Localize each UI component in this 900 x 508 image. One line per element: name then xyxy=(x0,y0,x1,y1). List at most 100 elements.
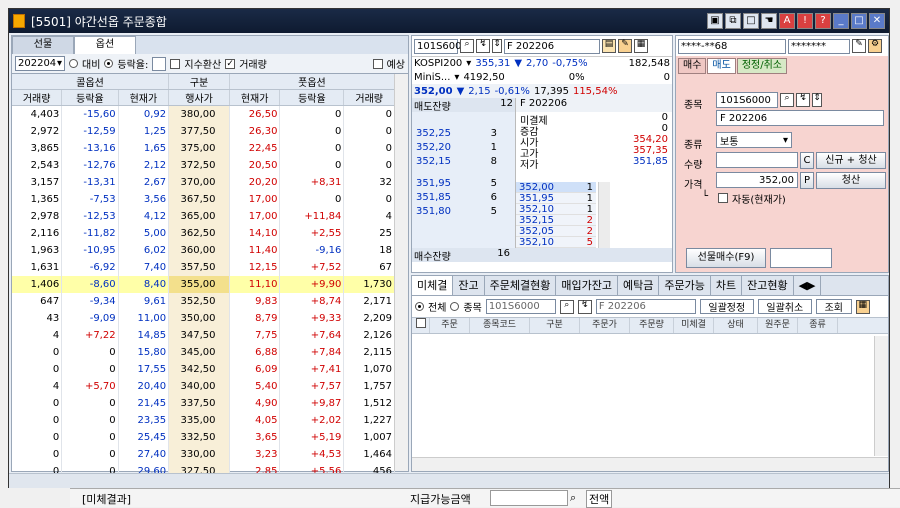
lookup-icon[interactable]: ↯ xyxy=(577,299,592,314)
table-row[interactable]: 0 0 21,45 337,50 4,90 +9,87 1,512 xyxy=(12,394,395,412)
table-row[interactable]: 3,865 -13,16 1,65 375,00 22,45 0 0 xyxy=(12,139,395,157)
tab-bottom-2[interactable]: 주문체결현황 xyxy=(485,276,557,295)
bottom-scrollbar[interactable] xyxy=(874,336,888,456)
futures-buy-button[interactable]: 선물매수(F9) xyxy=(686,248,766,268)
table-row[interactable]: 3,157 -13,31 2,67 370,00 20,20 +8,31 32 xyxy=(12,173,395,191)
query-button[interactable]: 조회 xyxy=(815,299,852,314)
table-row[interactable]: 4 +5,70 20,40 340,00 5,40 +7,57 1,757 xyxy=(12,377,395,395)
code-select[interactable]: 101S600 xyxy=(414,38,462,54)
minimize-icon[interactable]: _ xyxy=(833,13,849,29)
table-row[interactable]: 0 0 25,45 332,50 3,65 +5,19 1,007 xyxy=(12,428,395,446)
lookup-icon[interactable]: ↯ xyxy=(796,93,810,107)
table-row[interactable]: 1,631 -6,92 7,40 357,50 12,15 +7,52 67 xyxy=(12,258,395,276)
font-icon[interactable]: A xyxy=(779,13,795,29)
table-row[interactable]: 647 -9,34 9,61 352,50 9,83 +8,74 2,171 xyxy=(12,292,395,310)
book-level[interactable]: 352,15 2 xyxy=(516,215,596,226)
table-row[interactable]: 4,403 -15,60 0,92 380,00 26,50 0 0 xyxy=(12,105,395,123)
edit-icon[interactable]: ✎ xyxy=(852,39,866,53)
tab-scroll-icon[interactable]: ◀▶ xyxy=(794,276,822,295)
tab-bottom-1[interactable]: 잔고 xyxy=(453,276,485,295)
help-icon[interactable]: ? xyxy=(815,13,831,29)
alert-icon[interactable]: ! xyxy=(797,13,813,29)
table-row[interactable]: 43 -9,09 11,00 350,00 8,79 +9,33 2,209 xyxy=(12,309,395,327)
book-level[interactable]: 352,10 5 xyxy=(516,237,596,248)
order-type-select[interactable]: 보통 ▾ xyxy=(716,132,792,148)
search-icon[interactable]: ⌕ xyxy=(460,39,474,53)
lookup-icon[interactable]: ↯ xyxy=(476,39,490,53)
book-level[interactable]: 352,10 1 xyxy=(516,204,596,215)
month-select[interactable]: 202204 ▾ xyxy=(15,56,65,71)
table-row[interactable]: 1,963 -10,95 6,02 360,00 11,40 -9,16 18 xyxy=(12,241,395,259)
spin-icon[interactable]: ⇕ xyxy=(492,39,502,53)
new-clear-button[interactable]: 신규 + 청산 xyxy=(816,152,886,169)
batch-cancel-button[interactable]: 일괄취소 xyxy=(757,299,812,314)
tab-bottom-3[interactable]: 매입가잔고 xyxy=(556,276,618,295)
quantity-field[interactable] xyxy=(716,152,798,168)
qty-c-button[interactable]: C xyxy=(800,152,814,169)
table-row[interactable]: 2,116 -11,82 5,00 362,50 14,10 +2,55 25 xyxy=(12,224,395,242)
password-field[interactable]: ******* xyxy=(788,38,850,54)
grid-icon[interactable]: ▦ xyxy=(634,39,648,53)
bottom-hscrollbar[interactable] xyxy=(412,457,888,471)
search-icon[interactable]: ⌕ xyxy=(780,93,794,107)
price-field[interactable]: 352,00 xyxy=(716,172,798,188)
expected-checkbox[interactable] xyxy=(372,58,383,69)
bg-amount-field[interactable] xyxy=(490,490,568,506)
hand-icon[interactable]: ☚ xyxy=(761,13,777,29)
table-row[interactable]: 0 0 23,35 335,00 4,05 +2,02 1,227 xyxy=(12,411,395,429)
tab-futures[interactable]: 선물 xyxy=(12,36,74,54)
tool-icon-1[interactable]: ▣ xyxy=(707,13,723,29)
maximize-icon[interactable]: □ xyxy=(851,13,867,29)
radio-all[interactable] xyxy=(415,302,424,311)
tab-options[interactable]: 옵션 xyxy=(74,36,136,54)
bid-level[interactable]: 351,95 5 xyxy=(412,178,515,192)
grid-icon[interactable]: ▦ xyxy=(855,299,870,314)
tab-buy[interactable]: 매수 xyxy=(678,58,707,74)
tab-modify-cancel[interactable]: 정정/취소 xyxy=(736,58,787,74)
book-level[interactable]: 351,95 1 xyxy=(516,193,596,204)
price-p-button[interactable]: P xyxy=(800,172,814,189)
bid-level[interactable]: 351,80 5 xyxy=(412,206,515,220)
table-row[interactable]: 2,543 -12,76 2,12 372,50 20,50 0 0 xyxy=(12,156,395,174)
table-row[interactable]: 4 +7,22 14,85 347,50 7,75 +7,64 2,126 xyxy=(12,326,395,344)
rate-box[interactable] xyxy=(152,56,167,71)
tab-bottom-0[interactable]: 미체결 xyxy=(412,276,454,295)
auto-price-checkbox[interactable] xyxy=(718,193,728,203)
buy-extra-field[interactable] xyxy=(770,248,832,268)
search-icon[interactable]: ⌕ xyxy=(570,491,576,505)
memo-icon[interactable]: ✎ xyxy=(618,39,632,53)
radio-diff[interactable] xyxy=(69,59,78,68)
tab-bottom-6[interactable]: 차트 xyxy=(711,276,743,295)
ask-level[interactable]: 352,15 8 xyxy=(412,156,515,170)
table-row[interactable]: 0 0 27,40 330,00 3,23 +4,53 1,464 xyxy=(12,445,395,463)
select-all-checkbox[interactable] xyxy=(412,318,430,333)
option-scrollbar[interactable] xyxy=(394,74,408,471)
table-row[interactable]: 1,406 -8,60 8,40 355,00 11,10 +9,90 1,730 xyxy=(12,275,395,293)
tool-icon-3[interactable]: □ xyxy=(743,13,759,29)
bid-level[interactable]: 351,85 6 xyxy=(412,192,515,206)
table-row[interactable]: 1,365 -7,53 3,56 367,50 17,00 0 0 xyxy=(12,190,395,208)
bottom-code-select[interactable]: 101S6000 xyxy=(485,299,556,314)
table-row[interactable]: 0 0 17,55 342,50 6,09 +7,41 1,070 xyxy=(12,360,395,378)
tab-sell[interactable]: 매도 xyxy=(707,58,736,74)
index-convert-checkbox[interactable] xyxy=(170,58,181,69)
volume-checkbox[interactable]: ✓ xyxy=(225,58,236,69)
clear-button[interactable]: 청산 xyxy=(816,172,886,189)
ask-level[interactable]: 352,20 1 xyxy=(412,142,515,156)
tool-icon-2[interactable]: ⧉ xyxy=(725,13,741,29)
book-level[interactable]: 352,00 1 xyxy=(516,182,596,193)
tab-bottom-5[interactable]: 주문가능 xyxy=(659,276,711,295)
close-icon[interactable]: ✕ xyxy=(869,13,885,29)
radio-rate[interactable] xyxy=(104,59,114,68)
table-row[interactable]: 0 0 15,80 345,00 6,88 +7,84 2,115 xyxy=(12,343,395,361)
bookmark-icon[interactable]: ▤ xyxy=(602,39,616,53)
account-select[interactable]: ****-**68 xyxy=(678,38,786,54)
book-level[interactable]: 352,05 2 xyxy=(516,226,596,237)
tab-bottom-7[interactable]: 잔고현황 xyxy=(742,276,794,295)
table-row[interactable]: 2,972 -12,59 1,25 377,50 26,30 0 0 xyxy=(12,122,395,140)
tab-bottom-4[interactable]: 예탁금 xyxy=(618,276,660,295)
settings-icon[interactable]: ⚙ xyxy=(868,39,882,53)
batch-modify-button[interactable]: 일괄정정 xyxy=(699,299,754,314)
radio-code[interactable] xyxy=(450,302,460,311)
book-scrollbar[interactable] xyxy=(598,182,610,248)
